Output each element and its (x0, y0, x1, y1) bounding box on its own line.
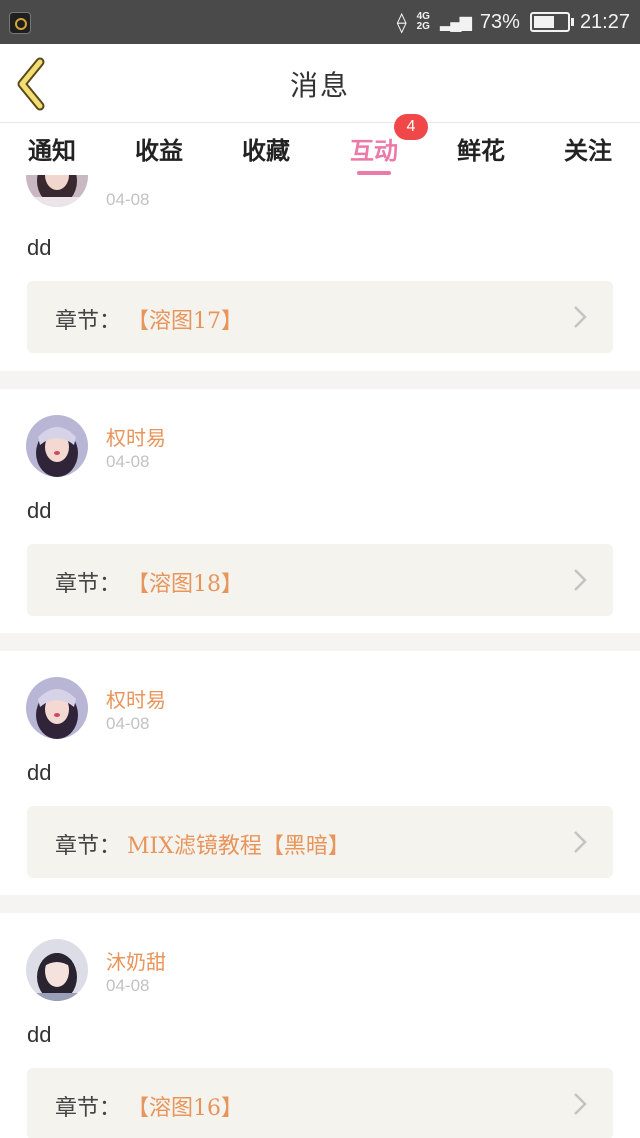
chapter-label: 章节： (55, 834, 122, 859)
divider (0, 633, 640, 651)
header-bar: 消息 (0, 44, 640, 123)
network-type: 4G 2G (416, 11, 430, 32)
chapter-label: 章节： (55, 1096, 122, 1121)
message-list[interactable]: 04-08 dd 章节： 【溶图17】 权时易 04-08 dd 章节： 【溶图… (0, 175, 640, 1138)
user-name[interactable]: 沐奶甜 (106, 946, 166, 975)
clock: 21:27 (579, 10, 630, 33)
message-text: dd (27, 1022, 52, 1047)
message-date: 04-08 (106, 190, 150, 209)
list-item: 沐奶甜 04-08 dd 章节： 【溶图16】 (0, 913, 640, 1138)
chapter-link[interactable]: 章节： 【溶图16】 (27, 1068, 613, 1138)
message-text: dd (27, 235, 52, 260)
divider (0, 895, 640, 913)
chapter-label: 章节： (55, 309, 122, 334)
page-title: 消息 (289, 69, 350, 102)
list-item: 权时易 04-08 dd 章节： MIX滤镜教程【黑暗】 (0, 651, 640, 895)
avatar[interactable] (26, 677, 88, 739)
chevron-right-icon (574, 831, 587, 853)
chapter-title: 【溶图18】 (127, 572, 243, 597)
vibrate-icon: ⟠ (396, 11, 407, 34)
battery-percentage: 73% (479, 10, 520, 33)
list-item: 权时易 04-08 dd 章节： 【溶图18】 (0, 389, 640, 633)
chevron-right-icon (574, 1093, 587, 1115)
chapter-title: MIX滤镜教程【黑暗】 (127, 834, 350, 859)
list-item: 04-08 dd 章节： 【溶图17】 (0, 175, 640, 371)
message-date: 04-08 (106, 714, 150, 733)
tab-bar: 通知 收益 收藏 互动 鲜花 关注 (0, 123, 640, 175)
tab-favorites[interactable]: 收藏 (231, 131, 301, 166)
status-icons: ⟠ 4G 2G ▂▄▆ 73% 21:27 (397, 0, 630, 44)
chapter-title: 【溶图17】 (127, 309, 243, 334)
chapter-link[interactable]: 章节： MIX滤镜教程【黑暗】 (27, 806, 613, 878)
chevron-right-icon (574, 569, 587, 591)
tab-earnings[interactable]: 收益 (124, 131, 194, 166)
user-name[interactable]: 权时易 (106, 684, 166, 713)
battery-icon (529, 12, 574, 32)
tab-following[interactable]: 关注 (553, 131, 623, 166)
tab-flowers[interactable]: 鲜花 (446, 131, 516, 166)
chapter-title: 【溶图16】 (127, 1096, 243, 1121)
message-text: dd (27, 760, 52, 785)
message-text: dd (27, 498, 52, 523)
avatar[interactable] (26, 415, 88, 477)
avatar[interactable] (26, 939, 88, 1001)
message-date: 04-08 (106, 452, 150, 471)
message-date: 04-08 (106, 976, 150, 995)
app-notification-icon (9, 12, 31, 34)
user-name[interactable]: 权时易 (106, 422, 166, 451)
signal-icon: ▂▄▆ (439, 14, 472, 31)
unread-badge: 4 (394, 114, 428, 140)
status-bar: ⟠ 4G 2G ▂▄▆ 73% 21:27 (0, 0, 640, 44)
chevron-right-icon (574, 306, 587, 328)
chapter-link[interactable]: 章节： 【溶图18】 (27, 544, 613, 616)
chapter-link[interactable]: 章节： 【溶图17】 (27, 281, 613, 353)
chapter-label: 章节： (55, 572, 122, 597)
avatar[interactable] (26, 175, 88, 207)
divider (0, 371, 640, 389)
tab-notifications[interactable]: 通知 (17, 131, 87, 166)
